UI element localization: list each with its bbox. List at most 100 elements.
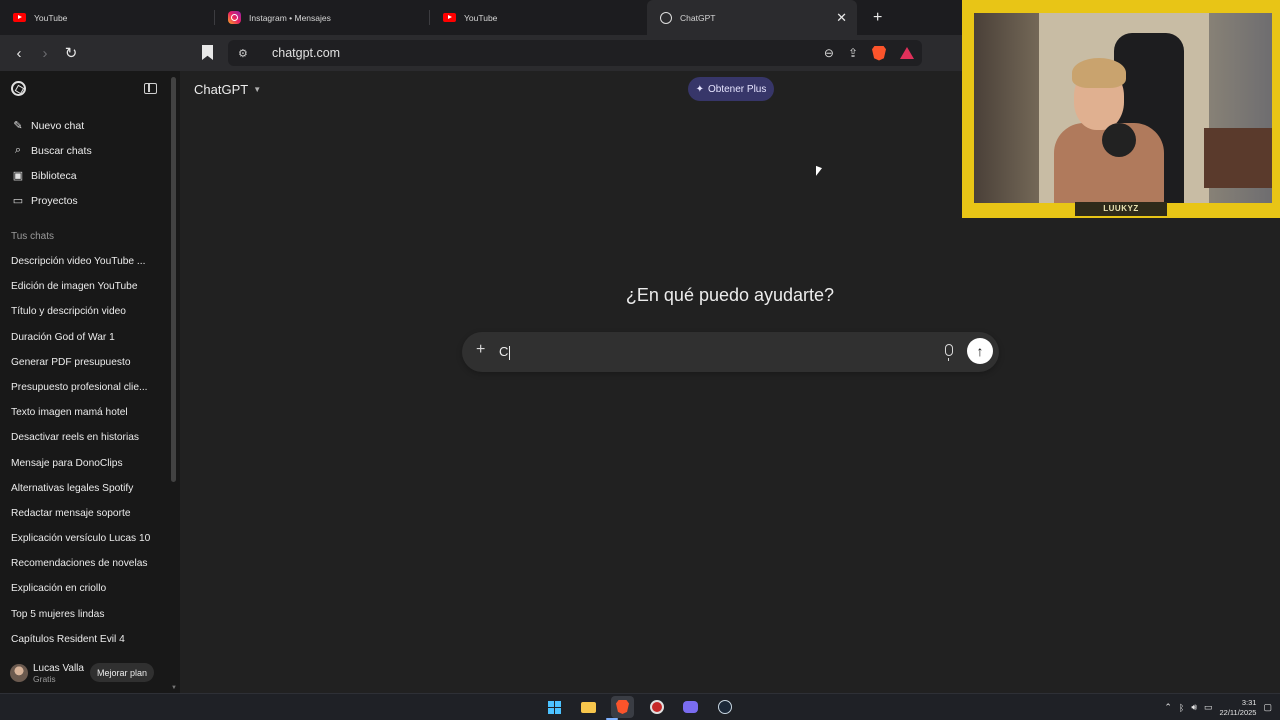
tab-title: Instagram • Mensajes (249, 12, 331, 23)
projects-button[interactable]: ▭ Proyectos (0, 188, 180, 213)
taskbar-discord[interactable] (679, 696, 702, 718)
address-bar[interactable]: ⚙ chatgpt.com ⊖ ⇪ (228, 40, 922, 66)
new-tab-icon[interactable]: + (873, 9, 882, 27)
chat-list-item[interactable]: Edición de imagen YouTube (0, 274, 168, 299)
prompt-input[interactable]: C (499, 344, 511, 360)
bluetooth-icon[interactable]: ᛒ (1179, 703, 1184, 713)
browser-toolbar: ‹ › ↻ ⚙ chatgpt.com ⊖ ⇪ (0, 35, 962, 71)
sparkle-icon: ✦ (695, 83, 704, 95)
chat-list-item[interactable]: Texto imagen mamá hotel (0, 400, 168, 425)
welcome-headline: ¿En qué puedo ayudarte? (625, 285, 835, 305)
chat-list-item[interactable]: Capítulos Resident Evil 4 (0, 627, 168, 652)
discord-icon (683, 701, 698, 713)
brave-rewards-icon[interactable] (900, 47, 914, 59)
webcam-overlay: LUUKYZ (962, 0, 1280, 218)
chatgpt-logo-icon[interactable] (11, 81, 26, 96)
taskbar: ⌃ ᛒ 🔊︎ ▭ 3:31 22/11/2025 ▢ (0, 693, 1280, 720)
taskbar-file-explorer[interactable] (577, 696, 600, 718)
chat-list-item[interactable]: Recomendaciones de novelas (0, 551, 168, 576)
model-label: ChatGPT (194, 82, 249, 97)
mouse-pointer-icon (816, 165, 822, 179)
chat-list-item[interactable]: Mensaje para DonoClips (0, 451, 168, 476)
chat-list-item[interactable]: Presupuesto profesional clie... (0, 375, 168, 400)
browser-tab[interactable]: Instagram • Mensajes (215, 0, 430, 35)
chat-list-item[interactable]: Desactivar reels en historias (0, 425, 168, 450)
webcam-headset (1102, 123, 1136, 157)
chat-list-item[interactable]: Explicación en criollo (0, 576, 168, 601)
tab-title: YouTube (34, 12, 68, 23)
system-tray: ⌃ ᛒ 🔊︎ ▭ 3:31 22/11/2025 ▢ (1164, 694, 1280, 720)
chat-list: Descripción video YouTube ... Edición de… (0, 249, 180, 652)
taskbar-brave[interactable] (611, 696, 634, 718)
sidebar-scrollbar[interactable] (171, 77, 176, 482)
avatar[interactable] (10, 664, 28, 682)
chats-section-title: Tus chats (11, 231, 54, 242)
clock[interactable]: 3:31 22/11/2025 (1220, 698, 1257, 718)
chat-list-item[interactable]: Título y descripción video (0, 299, 168, 324)
zoom-icon[interactable]: ⊖ (824, 46, 834, 60)
library-icon: ▣ (12, 170, 24, 182)
browser-tab-active[interactable]: ChatGPT ✕ (647, 0, 857, 35)
chat-list-item[interactable]: Duración God of War 1 (0, 325, 168, 350)
main-content: ChatGPT ▼ ✦ Obtener Plus ¿En qué puedo a… (180, 71, 999, 693)
chat-list-item[interactable]: Explicación versículo Lucas 10 (0, 526, 168, 551)
steam-icon (717, 700, 732, 714)
microphone-icon[interactable] (945, 344, 953, 361)
chat-list-item[interactable]: Top 5 mujeres lindas (0, 602, 168, 627)
get-plus-button[interactable]: ✦ Obtener Plus (688, 77, 774, 101)
notifications-icon[interactable]: ▢ (1263, 702, 1272, 713)
brave-shields-icon[interactable] (872, 45, 886, 61)
library-button[interactable]: ▣ Biblioteca (0, 163, 180, 188)
taskbar-apps (543, 696, 736, 718)
taskbar-steam[interactable] (713, 696, 736, 718)
back-icon[interactable]: ‹ (6, 45, 32, 62)
webcam-person-hair (1072, 58, 1126, 88)
site-settings-icon[interactable]: ⚙ (238, 47, 260, 60)
text-caret (509, 345, 511, 360)
sidebar: ✎ Nuevo chat ⌕ Buscar chats ▣ Biblioteca… (0, 71, 180, 693)
chat-list-item[interactable]: Redactar mensaje soporte (0, 501, 168, 526)
youtube-icon (13, 13, 26, 22)
clock-time: 3:31 (1241, 697, 1257, 707)
instagram-icon (228, 11, 241, 24)
search-icon: ⌕ (14, 144, 22, 156)
user-name: Lucas Valla (33, 662, 84, 674)
sidebar-menu: ✎ Nuevo chat ⌕ Buscar chats ▣ Biblioteca… (0, 113, 180, 213)
search-chats-button[interactable]: ⌕ Buscar chats (0, 138, 180, 163)
taskbar-app[interactable] (645, 696, 668, 718)
chatgpt-icon (660, 11, 672, 24)
bookmark-icon[interactable] (202, 45, 213, 60)
volume-icon[interactable]: 🔊︎ (1191, 702, 1197, 713)
attach-plus-icon[interactable]: + (476, 341, 485, 359)
new-chat-button[interactable]: ✎ Nuevo chat (0, 113, 180, 138)
clock-date: 22/11/2025 (1219, 707, 1257, 717)
prompt-composer[interactable]: + C ↑ (462, 332, 999, 372)
browser-tab[interactable]: YouTube (0, 0, 215, 35)
chevron-down-icon: ▼ (253, 85, 262, 94)
chat-list-item[interactable]: Descripción video YouTube ... (0, 249, 168, 274)
sidebar-toggle-icon[interactable] (144, 83, 157, 94)
webcam-label: LUUKYZ (1075, 202, 1167, 216)
close-tab-icon[interactable]: ✕ (836, 10, 847, 26)
start-button[interactable] (543, 696, 566, 718)
tab-title: YouTube (464, 12, 498, 23)
get-plus-label: Obtener Plus (708, 83, 767, 95)
model-selector[interactable]: ChatGPT ▼ (194, 82, 261, 97)
forward-icon[interactable]: › (32, 45, 58, 62)
reload-icon[interactable]: ↻ (58, 44, 84, 62)
browser-tab[interactable]: YouTube (430, 0, 645, 35)
share-icon[interactable]: ⇪ (848, 46, 858, 60)
chat-list-item[interactable]: Generar PDF presupuesto (0, 350, 168, 375)
network-icon[interactable]: ▭ (1204, 702, 1213, 713)
user-profile[interactable]: Lucas Valla Gratis Mejorar plan (0, 653, 180, 693)
tray-overflow-icon[interactable]: ⌃ (1164, 702, 1172, 713)
prompt-text: C (499, 344, 509, 359)
edit-icon: ✎ (13, 120, 23, 132)
send-button[interactable]: ↑ (967, 338, 993, 364)
chat-list-item[interactable]: Alternativas legales Spotify (0, 476, 168, 501)
brave-browser-icon (616, 700, 629, 714)
sidebar-item-label: Nuevo chat (31, 119, 85, 132)
upgrade-plan-button[interactable]: Mejorar plan (90, 663, 154, 682)
sidebar-item-label: Proyectos (31, 194, 78, 207)
user-plan: Gratis (33, 673, 56, 684)
